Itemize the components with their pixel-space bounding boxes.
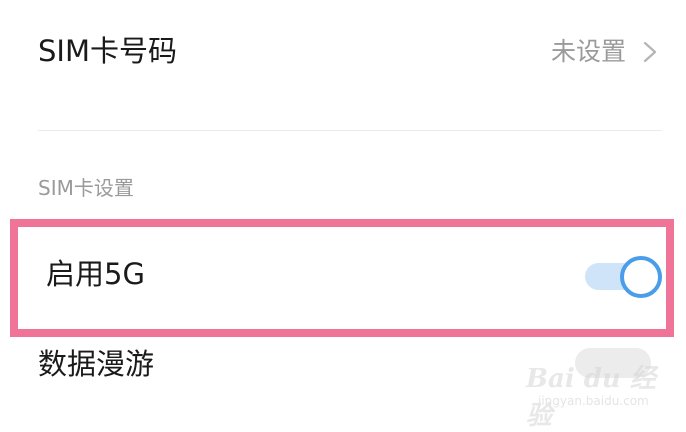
watermark-site: jingyan.baidu.com (538, 394, 649, 408)
sim-number-row[interactable]: SIM卡号码 未设置 (0, 0, 686, 105)
chevron-right-icon (643, 41, 657, 63)
enable-5g-label: 启用5G (46, 257, 145, 291)
enable-5g-toggle[interactable] (585, 254, 662, 298)
sim-number-label: SIM卡号码 (38, 34, 177, 68)
section-header-sim-settings: SIM卡设置 (38, 176, 134, 200)
toggle-knob (620, 256, 662, 298)
baidu-watermark: Bai du 经验 jingyan.baidu.com (520, 348, 680, 431)
sim-number-value: 未设置 (550, 37, 626, 66)
enable-5g-row[interactable]: 启用5G (10, 219, 674, 337)
divider (38, 130, 662, 131)
data-roaming-label: 数据漫游 (38, 347, 155, 381)
